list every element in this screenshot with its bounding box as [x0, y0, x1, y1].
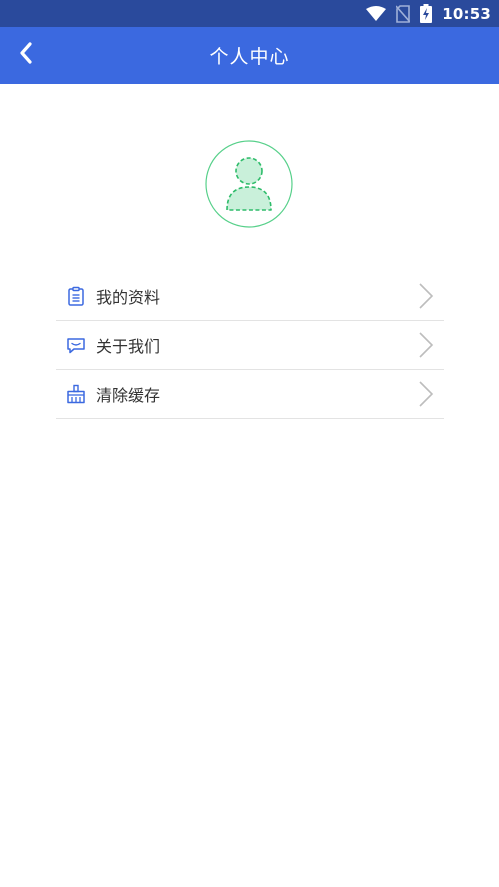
- broom-icon: [66, 384, 86, 404]
- menu-item-about-us[interactable]: 关于我们: [56, 321, 444, 370]
- menu-item-clear-cache[interactable]: 清除缓存: [56, 370, 444, 419]
- menu-item-my-profile[interactable]: 我的资料: [56, 272, 444, 321]
- user-placeholder-icon: [205, 140, 293, 228]
- app-header: 个人中心: [0, 27, 499, 84]
- avatar[interactable]: [205, 140, 293, 228]
- clipboard-icon: [66, 286, 86, 306]
- wifi-icon: [366, 5, 387, 22]
- status-time: 10:53: [442, 4, 491, 23]
- page-title: 个人中心: [209, 46, 290, 68]
- chevron-left-icon: [17, 41, 35, 69]
- menu-item-label: 关于我们: [96, 337, 161, 356]
- status-icons: 10:53: [366, 0, 491, 27]
- chevron-right-icon: [418, 283, 434, 309]
- chat-bubble-icon: [66, 335, 86, 355]
- status-bar: 10:53: [0, 0, 499, 27]
- chevron-right-icon: [418, 332, 434, 358]
- settings-menu: 我的资料 关于我们 清除缓存: [56, 272, 444, 419]
- menu-item-label: 清除缓存: [96, 386, 161, 405]
- no-sim-icon: [396, 4, 411, 23]
- chevron-right-icon: [418, 381, 434, 407]
- menu-item-label: 我的资料: [96, 288, 161, 307]
- back-button[interactable]: [6, 35, 46, 75]
- profile-page: 10:53 个人中心 我的资料 关于我们 清除缓存: [0, 0, 499, 887]
- battery-charging-icon: [420, 4, 433, 23]
